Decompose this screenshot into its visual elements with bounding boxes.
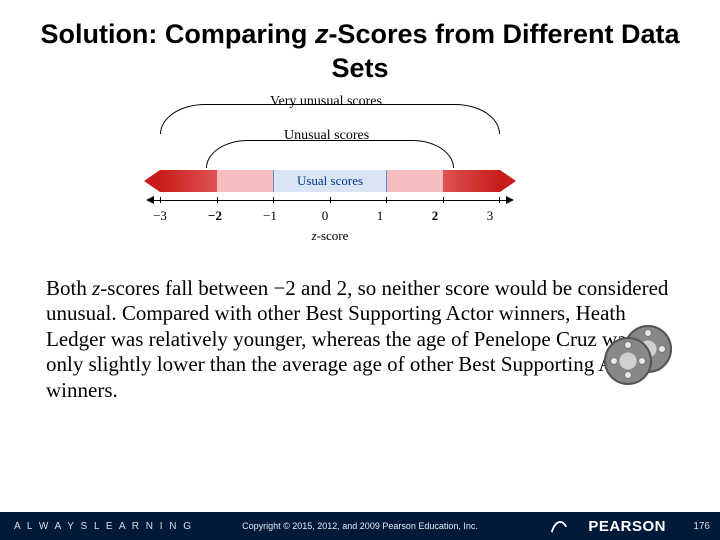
- axis-arrow-right-icon: [506, 196, 514, 204]
- label-usual: Usual scores: [140, 170, 520, 192]
- diagram-inner: Very unusual scores Unusual scores Usual…: [140, 100, 520, 270]
- tick: [386, 197, 387, 203]
- tick-label: −1: [260, 208, 280, 224]
- tick-label: 0: [315, 208, 335, 224]
- title-z: z: [315, 19, 329, 49]
- tick: [273, 197, 274, 203]
- tick-label: −3: [150, 208, 170, 224]
- page-title: Solution: Comparing z-Scores from Differ…: [0, 0, 720, 92]
- axis-title: z-score: [160, 228, 500, 244]
- body-a: Both: [46, 276, 92, 300]
- reel-front: [604, 337, 652, 385]
- tick: [330, 197, 331, 203]
- title-part-b: -Scores from Different Data Sets: [328, 19, 679, 83]
- footer: A L W A Y S L E A R N I N G Copyright © …: [0, 512, 720, 540]
- body-b: -scores fall between −2 and 2, so neithe…: [46, 276, 668, 402]
- slide: Solution: Comparing z-Scores from Differ…: [0, 0, 720, 540]
- tick-label: 1: [370, 208, 390, 224]
- arc-unusual: [206, 140, 454, 168]
- axis-suffix: -score: [317, 228, 349, 243]
- film-reel-icon: [604, 325, 674, 385]
- pearson-swoosh-icon: [550, 516, 568, 534]
- tick-label: 3: [480, 208, 500, 224]
- axis-arrow-left-icon: [146, 196, 154, 204]
- axis-tick-labels: −3 −2 −1 0 1 2 3: [160, 208, 500, 224]
- footer-page-number: 176: [693, 521, 710, 532]
- tick: [443, 197, 444, 203]
- tick: [499, 197, 500, 203]
- title-part-a: Solution: Comparing: [40, 19, 314, 49]
- tick-label: −2: [205, 208, 225, 224]
- tick: [217, 197, 218, 203]
- footer-brand: PEARSON: [588, 518, 666, 535]
- axis-ticks: [160, 200, 500, 206]
- label-very-unusual: Very unusual scores: [270, 94, 382, 110]
- zscore-diagram: Very unusual scores Unusual scores Usual…: [0, 100, 720, 270]
- tick-label: 2: [425, 208, 445, 224]
- tick: [160, 197, 161, 203]
- label-unusual: Unusual scores: [284, 128, 369, 144]
